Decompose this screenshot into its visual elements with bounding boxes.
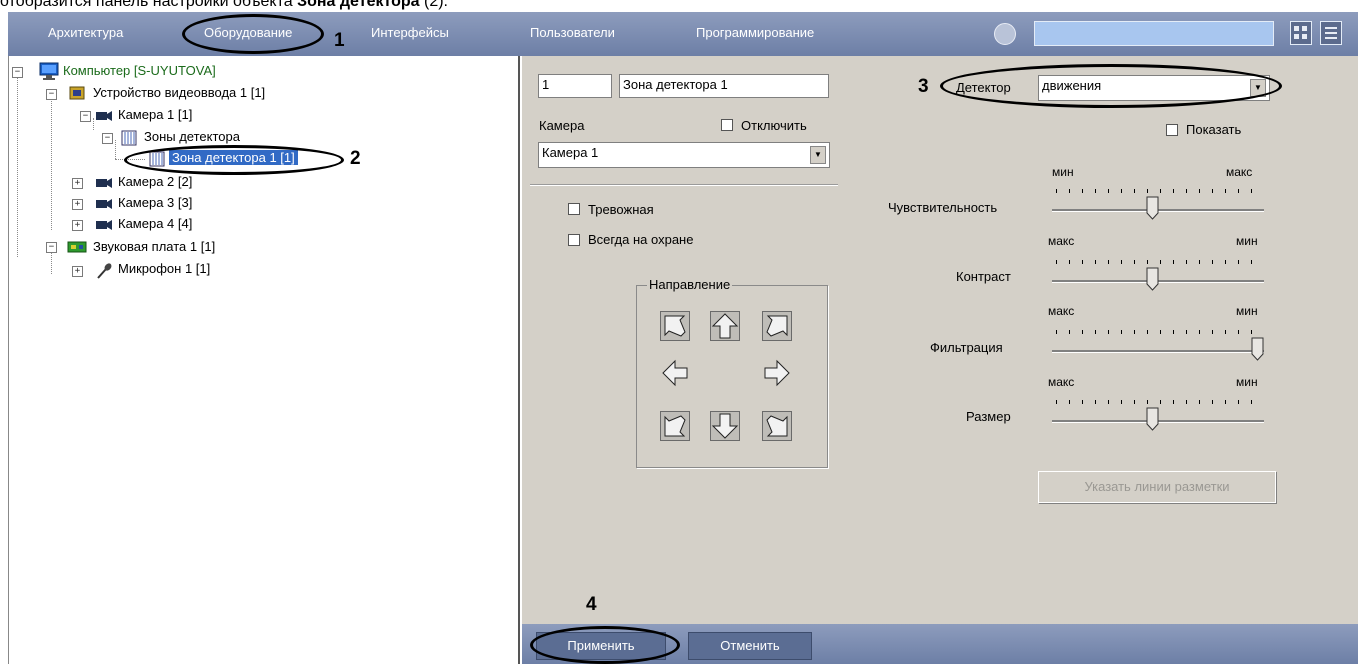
tree-node-video-device[interactable]: Устройство видеоввода 1 [1]	[93, 85, 265, 100]
expand-toggle-camera3[interactable]: +	[72, 199, 83, 210]
slider-ticks	[1056, 260, 1254, 264]
callout-number-4: 4	[586, 594, 597, 615]
slider-thumb[interactable]	[1146, 196, 1159, 220]
slider-thumb[interactable]	[1146, 267, 1159, 291]
callout-number-1: 1	[334, 30, 345, 51]
microphone-icon	[95, 262, 113, 283]
callout-ring-detector	[940, 64, 1282, 108]
callout-ring-apply	[530, 626, 680, 664]
caption-text: отобразится панель настройки объекта Зон…	[0, 0, 448, 10]
slider-track	[1052, 350, 1264, 353]
expand-toggle-microphone[interactable]: +	[72, 266, 83, 277]
layout-grid-icon[interactable]	[1290, 21, 1312, 45]
zone-name-field[interactable]: Зона детектора 1	[619, 74, 829, 98]
arrow-left-icon[interactable]	[660, 358, 690, 388]
show-label: Показать	[1186, 122, 1242, 137]
slider-max-label: макс	[1048, 375, 1075, 389]
always-armed-checkbox[interactable]	[568, 234, 580, 246]
arrow-right-icon[interactable]	[762, 358, 792, 388]
disable-checkbox[interactable]	[721, 119, 733, 131]
alarm-checkbox[interactable]	[568, 203, 580, 215]
camera-select[interactable]: Камера 1	[538, 142, 830, 168]
slider-min-label: мин	[1236, 375, 1258, 389]
menu-item-interfaces[interactable]: Интерфейсы	[371, 25, 449, 40]
menu-item-users[interactable]: Пользователи	[530, 25, 615, 40]
globe-icon[interactable]	[994, 23, 1016, 45]
slider-min-label: мин	[1052, 165, 1074, 179]
callout-number-3: 3	[918, 76, 929, 97]
slider-label: Контраст	[956, 269, 1011, 284]
slider-ticks	[1056, 400, 1254, 404]
alarm-label: Тревожная	[588, 202, 654, 217]
expand-toggle-zones[interactable]: −	[102, 133, 113, 144]
camera-icon	[95, 197, 113, 214]
arrow-down-left-icon[interactable]	[660, 411, 690, 441]
zone-grid-icon	[121, 130, 137, 149]
cancel-button[interactable]: Отменить	[688, 632, 812, 660]
zone-settings-panel: 1 Зона детектора 1 Камера Отключить Каме…	[522, 56, 1358, 664]
slider-thumb[interactable]	[1146, 407, 1159, 431]
camera-label: Камера	[539, 118, 585, 133]
callout-number-2: 2	[350, 148, 361, 169]
arrow-up-right-icon[interactable]	[762, 311, 792, 341]
tree-node-camera2[interactable]: Камера 2 [2]	[118, 174, 192, 189]
expand-toggle-computer[interactable]: −	[12, 67, 23, 78]
expand-toggle-sound-card[interactable]: −	[46, 242, 57, 253]
slider-max-label: макс	[1048, 234, 1075, 248]
slider-min-label: мин	[1236, 304, 1258, 318]
tree-node-zones[interactable]: Зоны детектора	[144, 129, 240, 144]
expand-toggle-camera4[interactable]: +	[72, 220, 83, 231]
slider-label: Размер	[966, 409, 1011, 424]
slider-label: Чувствительность	[888, 200, 998, 215]
menu-list-icon[interactable]	[1320, 21, 1342, 45]
slider-ticks	[1056, 189, 1254, 193]
expand-toggle-camera1[interactable]: −	[80, 111, 91, 122]
computer-icon	[39, 62, 59, 83]
expand-toggle-video-device[interactable]: −	[46, 89, 57, 100]
tree-node-sound-card[interactable]: Звуковая плата 1 [1]	[93, 239, 215, 254]
search-input[interactable]	[1034, 21, 1274, 46]
sound-card-icon	[67, 239, 87, 258]
camera-icon	[95, 176, 113, 193]
arrow-up-icon[interactable]	[710, 311, 740, 341]
menu-item-programming[interactable]: Программирование	[696, 25, 814, 40]
arrow-down-icon[interactable]	[710, 411, 740, 441]
callout-ring-hardware	[182, 14, 324, 54]
slider-max-label: макс	[1226, 165, 1253, 179]
slider-max-label: макс	[1048, 304, 1075, 318]
camera-icon	[95, 218, 113, 235]
camera-icon	[95, 109, 113, 126]
tree-node-microphone[interactable]: Микрофон 1 [1]	[118, 261, 210, 276]
slider-ticks	[1056, 330, 1254, 334]
slider-label: Фильтрация	[930, 340, 1003, 355]
arrow-up-left-icon[interactable]	[660, 311, 690, 341]
tree-node-camera4[interactable]: Камера 4 [4]	[118, 216, 192, 231]
camera-select-value: Камера 1	[542, 145, 599, 160]
arrow-down-right-icon[interactable]	[762, 411, 792, 441]
tree-node-camera1[interactable]: Камера 1 [1]	[118, 107, 192, 122]
markup-lines-button[interactable]: Указать линии разметки	[1038, 471, 1276, 503]
slider-thumb[interactable]	[1251, 337, 1264, 361]
chevron-down-icon[interactable]: ▼	[810, 146, 826, 164]
slider-min-label: мин	[1236, 234, 1258, 248]
tree-node-computer[interactable]: Компьютер [S-UYUTOVA]	[63, 63, 216, 78]
video-board-icon	[69, 85, 85, 104]
tree-node-camera3[interactable]: Камера 3 [3]	[118, 195, 192, 210]
show-checkbox[interactable]	[1166, 124, 1178, 136]
always-armed-label: Всегда на охране	[588, 232, 694, 247]
callout-ring-zone	[124, 145, 344, 175]
expand-toggle-camera2[interactable]: +	[72, 178, 83, 189]
zone-id-field[interactable]: 1	[538, 74, 612, 98]
menu-item-architecture[interactable]: Архитектура	[48, 25, 123, 40]
direction-label: Направление	[647, 277, 733, 292]
disable-label: Отключить	[741, 118, 807, 133]
